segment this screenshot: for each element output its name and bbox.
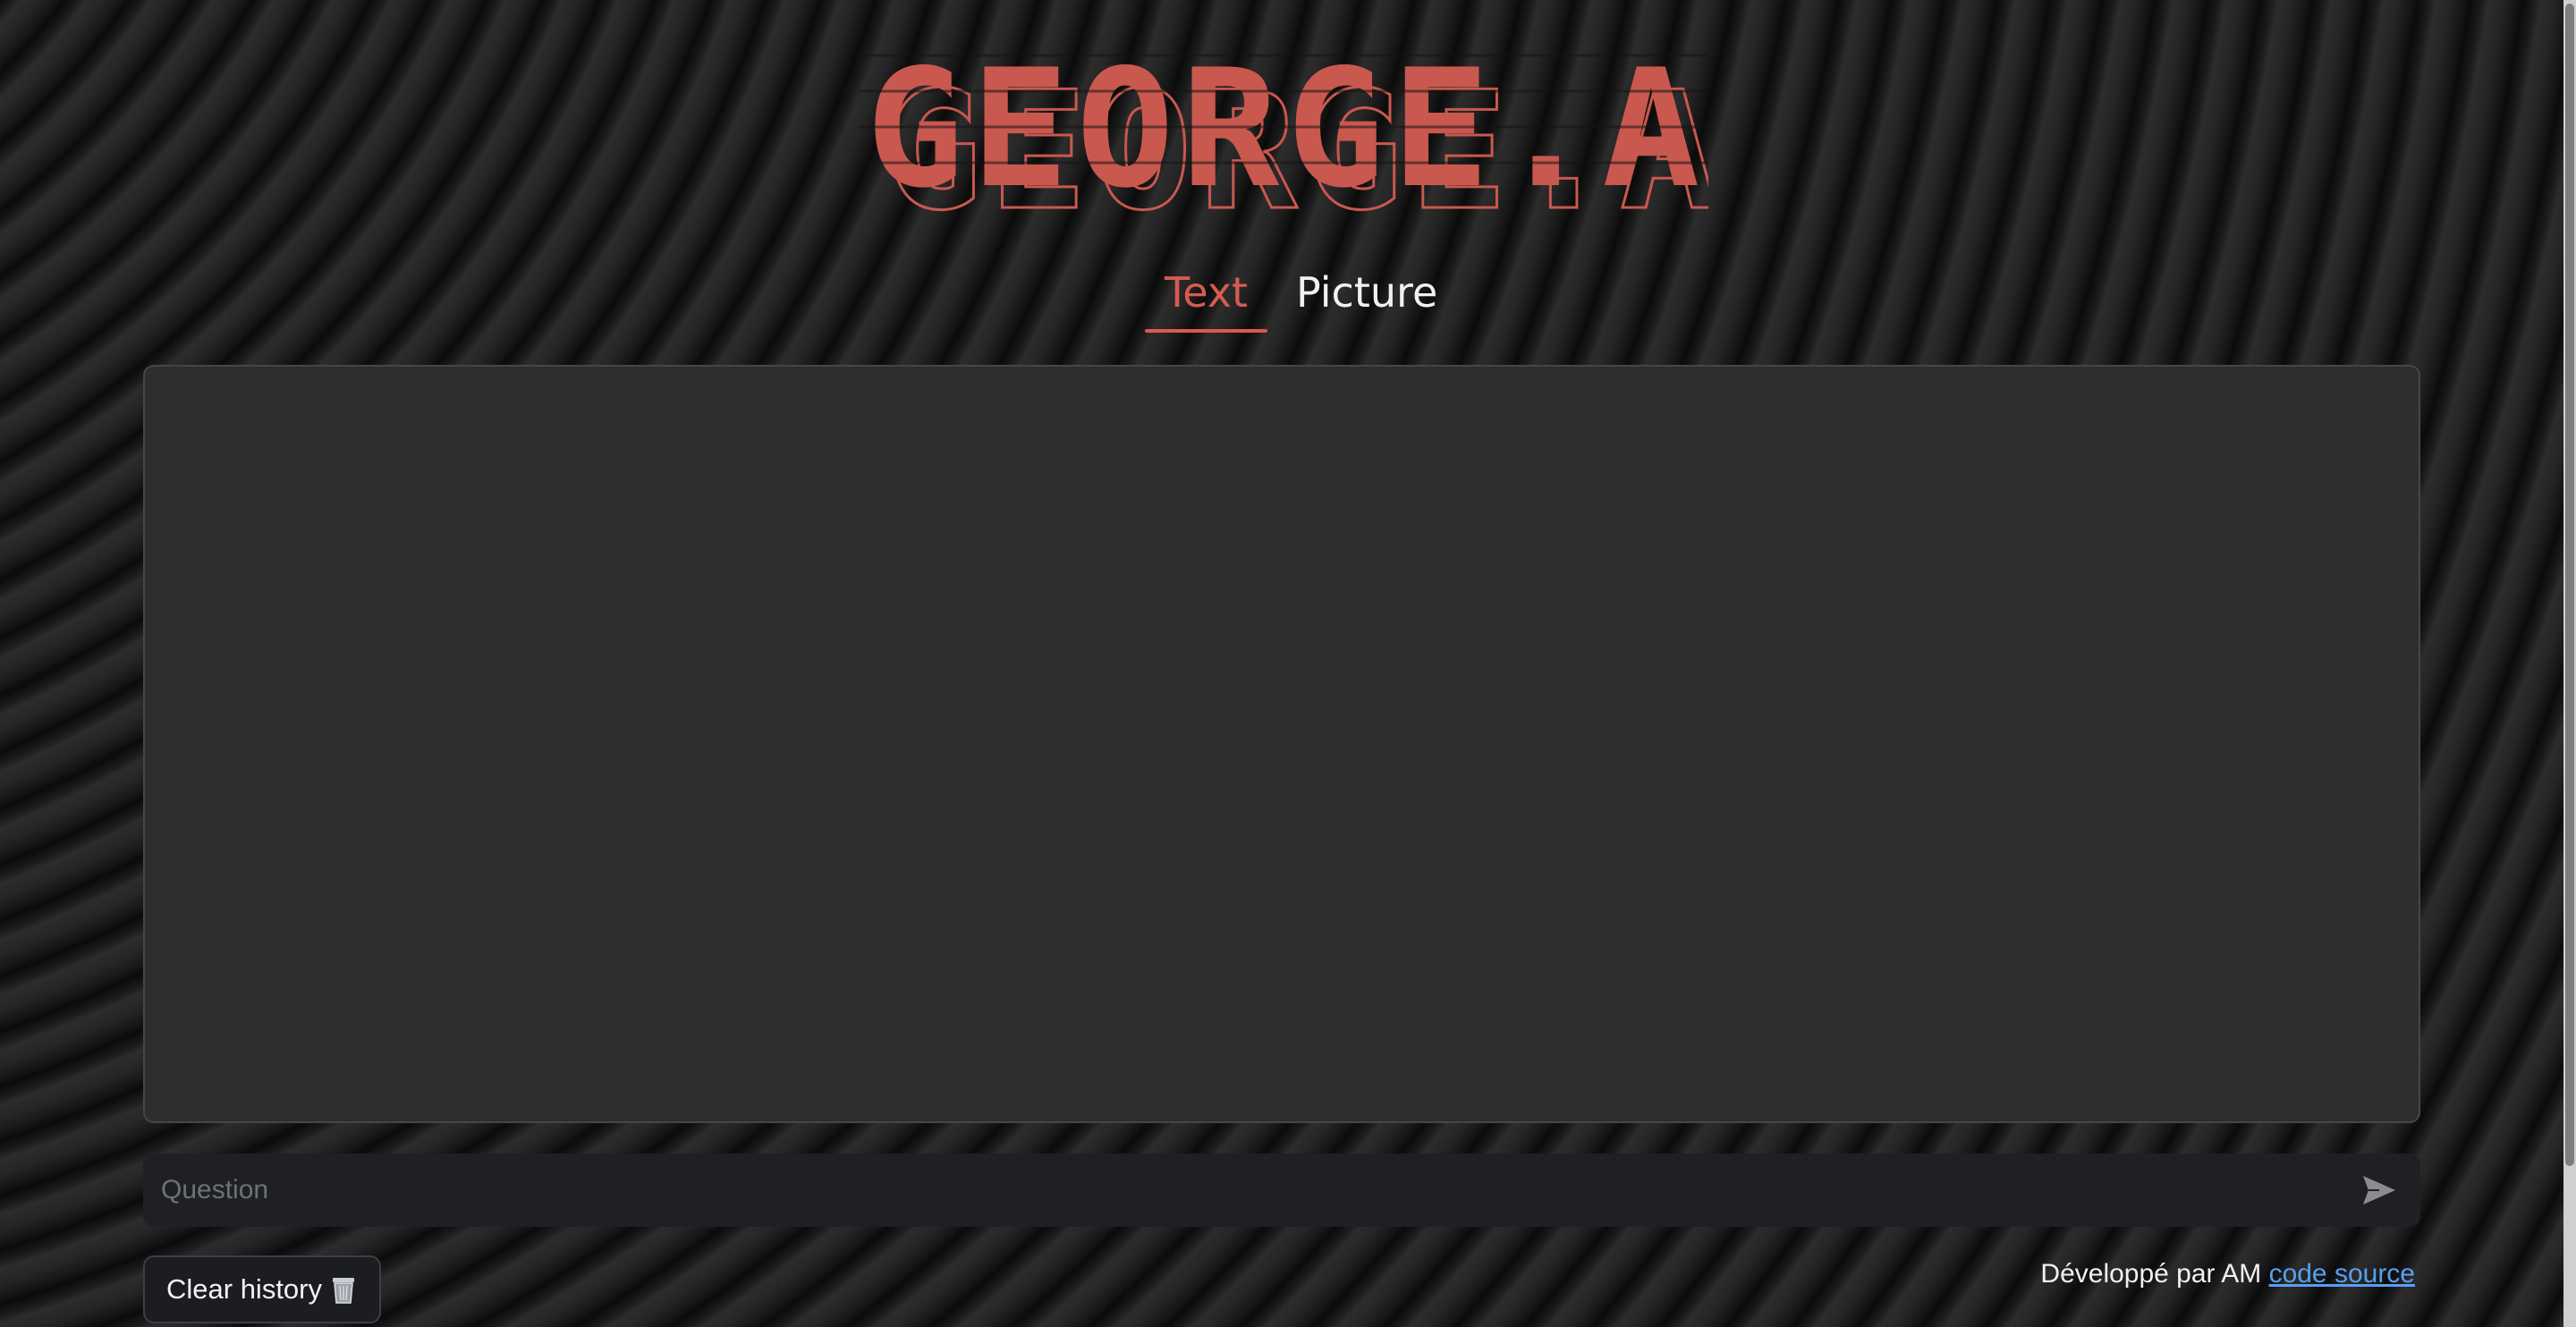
footer-credit: Développé par AM [2040,1259,2262,1289]
clear-history-button[interactable]: Clear history [143,1255,381,1323]
send-button[interactable] [2356,1167,2402,1213]
page-scrollbar[interactable] [2563,0,2576,1327]
clear-history-label: Clear history [166,1273,322,1305]
tab-text[interactable]: Text [1145,258,1268,333]
chat-history-panel[interactable] [143,365,2420,1123]
tab-picture[interactable]: Picture [1276,258,1457,333]
trash-icon [329,1274,358,1305]
page: GEORGE.AI GEORGE.AI Text Picture Clear h… [0,0,2576,1327]
code-source-link[interactable]: code source [2269,1259,2415,1289]
question-bar [143,1154,2420,1227]
footer: Développé par AM code source [2040,1259,2415,1289]
question-input[interactable] [159,1174,2356,1206]
scrollbar-thumb[interactable] [2565,4,2574,1166]
logo: GEORGE.AI GEORGE.AI [859,20,1708,218]
tab-bar: Text Picture [1145,258,1457,333]
send-icon [2363,1176,2395,1204]
